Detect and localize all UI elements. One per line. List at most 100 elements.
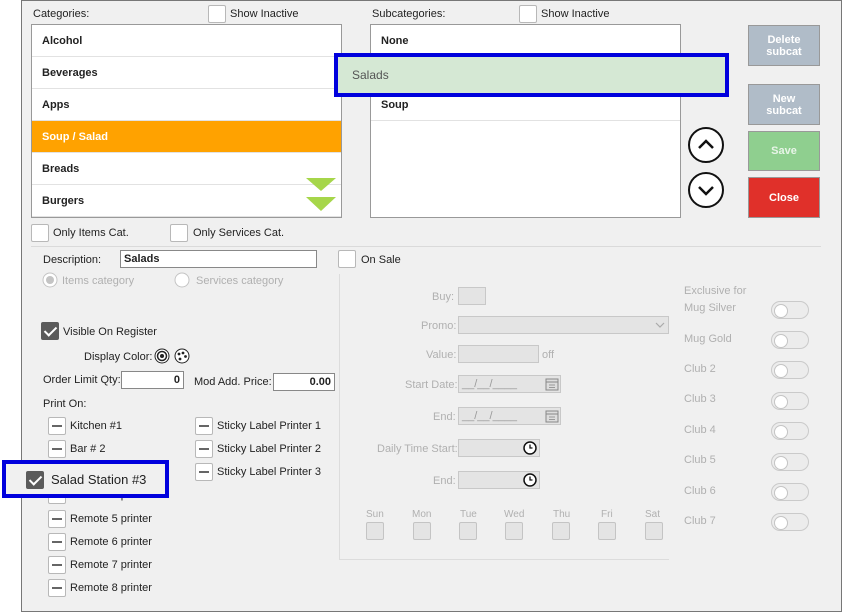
salad-station-label: Salad Station #3 <box>51 472 147 487</box>
save-button[interactable]: Save <box>748 131 820 171</box>
display-color-label: Display Color: <box>84 351 153 363</box>
category-row[interactable]: Apps <box>32 89 341 121</box>
day-checkbox[interactable] <box>459 522 477 540</box>
clock-icon[interactable] <box>523 441 537 455</box>
close-button[interactable]: Close <box>748 177 820 218</box>
target-color-icon[interactable] <box>154 348 170 364</box>
end-time-label: End: <box>433 475 456 487</box>
items-category-label: Items category <box>62 275 135 287</box>
day-checkbox[interactable] <box>645 522 663 540</box>
sticky-printer-label: Sticky Label Printer 2 <box>217 443 321 455</box>
delete-subcat-button[interactable]: Delete subcat <box>748 25 820 66</box>
day-checkbox[interactable] <box>598 522 616 540</box>
day-label: Sun <box>366 509 384 520</box>
start-date-label: Start Date: <box>405 379 458 391</box>
exclusive-toggle[interactable] <box>771 331 809 349</box>
sticky-printer-checkbox[interactable] <box>195 417 213 435</box>
visible-on-register-label: Visible On Register <box>63 326 157 338</box>
exclusive-toggle[interactable] <box>771 513 809 531</box>
categories-show-inactive-checkbox[interactable] <box>208 5 226 23</box>
printer-label: Remote 6 printer <box>70 536 152 548</box>
exclusive-toggle[interactable] <box>771 361 809 379</box>
palette-icon[interactable] <box>174 348 190 364</box>
printer-checkbox[interactable] <box>48 579 66 597</box>
promo-label: Promo: <box>421 320 457 332</box>
value-input[interactable] <box>458 345 539 363</box>
category-row[interactable]: Beverages <box>32 57 341 89</box>
value-label: Value: <box>426 349 457 361</box>
exclusive-label: Club 6 <box>684 485 716 497</box>
exclusive-toggle[interactable] <box>771 392 809 410</box>
category-row[interactable]: Alcohol <box>32 25 341 57</box>
salad-station-printer-highlight[interactable]: Salad Station #3 <box>2 460 169 498</box>
promo-select[interactable] <box>458 316 669 334</box>
category-row-selected[interactable]: Soup / Salad <box>32 121 341 153</box>
day-label: Wed <box>504 509 525 520</box>
printer-checkbox[interactable] <box>48 440 66 458</box>
description-input[interactable]: Salads <box>120 250 317 268</box>
only-items-label: Only Items Cat. <box>53 227 129 239</box>
print-on-label: Print On: <box>43 398 87 410</box>
move-down-button[interactable] <box>688 172 724 208</box>
day-checkbox[interactable] <box>366 522 384 540</box>
sticky-printer-checkbox[interactable] <box>195 440 213 458</box>
exclusive-label: Mug Silver <box>684 302 736 314</box>
chevron-down-icon <box>698 186 714 196</box>
on-sale-label: On Sale <box>361 254 401 266</box>
items-category-radio[interactable] <box>42 272 58 288</box>
day-checkbox[interactable] <box>413 522 431 540</box>
services-category-radio[interactable] <box>174 272 190 288</box>
exclusive-title: Exclusive for <box>684 285 747 297</box>
new-subcat-button[interactable]: New subcat <box>748 84 820 125</box>
day-label: Mon <box>412 509 432 520</box>
category-row[interactable]: Breads <box>32 153 341 185</box>
only-items-checkbox[interactable] <box>31 224 49 242</box>
printer-checkbox[interactable] <box>48 417 66 435</box>
subcategories-label: Subcategories: <box>372 8 446 20</box>
printer-checkbox[interactable] <box>48 510 66 528</box>
scroll-down-icon[interactable] <box>304 176 338 214</box>
day-checkbox[interactable] <box>552 522 570 540</box>
printer-label: Remote 8 printer <box>70 582 152 594</box>
category-row[interactable]: Burgers <box>32 185 341 217</box>
printer-checkbox[interactable] <box>48 556 66 574</box>
subcategories-show-inactive-checkbox[interactable] <box>519 5 537 23</box>
move-up-button[interactable] <box>688 127 724 163</box>
day-label: Fri <box>601 509 613 520</box>
printer-checkbox[interactable] <box>48 533 66 551</box>
day-label: Sat <box>645 509 661 520</box>
calendar-icon[interactable] <box>545 409 559 423</box>
order-limit-input[interactable]: 0 <box>121 371 184 389</box>
exclusive-label: Club 5 <box>684 454 716 466</box>
printer-label: Remote 7 printer <box>70 559 152 571</box>
salad-station-checkbox[interactable] <box>26 471 44 489</box>
subcategory-row-highlighted[interactable]: Salads <box>334 53 729 97</box>
exclusive-label: Club 2 <box>684 363 716 375</box>
services-category-label: Services category <box>196 275 284 287</box>
subcategories-show-inactive-label: Show Inactive <box>541 8 610 20</box>
order-limit-label: Order Limit Qty: <box>43 374 121 386</box>
buy-label: Buy: <box>432 291 455 303</box>
buy-input[interactable] <box>458 287 486 305</box>
exclusive-toggle[interactable] <box>771 301 809 319</box>
sticky-printer-label: Sticky Label Printer 1 <box>217 420 321 432</box>
only-services-checkbox[interactable] <box>170 224 188 242</box>
calendar-icon[interactable] <box>545 377 559 391</box>
sticky-printer-checkbox[interactable] <box>195 463 213 481</box>
printer-label: Kitchen #1 <box>70 420 122 432</box>
categories-list[interactable]: Alcohol Beverages Apps Soup / Salad Brea… <box>31 24 342 218</box>
daily-time-start-label: Daily Time Start: <box>377 443 458 455</box>
on-sale-checkbox[interactable] <box>338 250 356 268</box>
exclusive-label: Club 7 <box>684 515 716 527</box>
day-label: Thu <box>553 509 571 520</box>
visible-on-register-checkbox[interactable] <box>41 322 59 340</box>
exclusive-toggle[interactable] <box>771 483 809 501</box>
exclusive-toggle[interactable] <box>771 422 809 440</box>
exclusive-toggle[interactable] <box>771 453 809 471</box>
value-suffix: off <box>542 349 555 361</box>
clock-icon[interactable] <box>523 473 537 487</box>
exclusive-label: Mug Gold <box>684 333 732 345</box>
categories-show-inactive-label: Show Inactive <box>230 8 299 20</box>
mod-add-price-input[interactable]: 0.00 <box>273 373 335 391</box>
day-checkbox[interactable] <box>505 522 523 540</box>
